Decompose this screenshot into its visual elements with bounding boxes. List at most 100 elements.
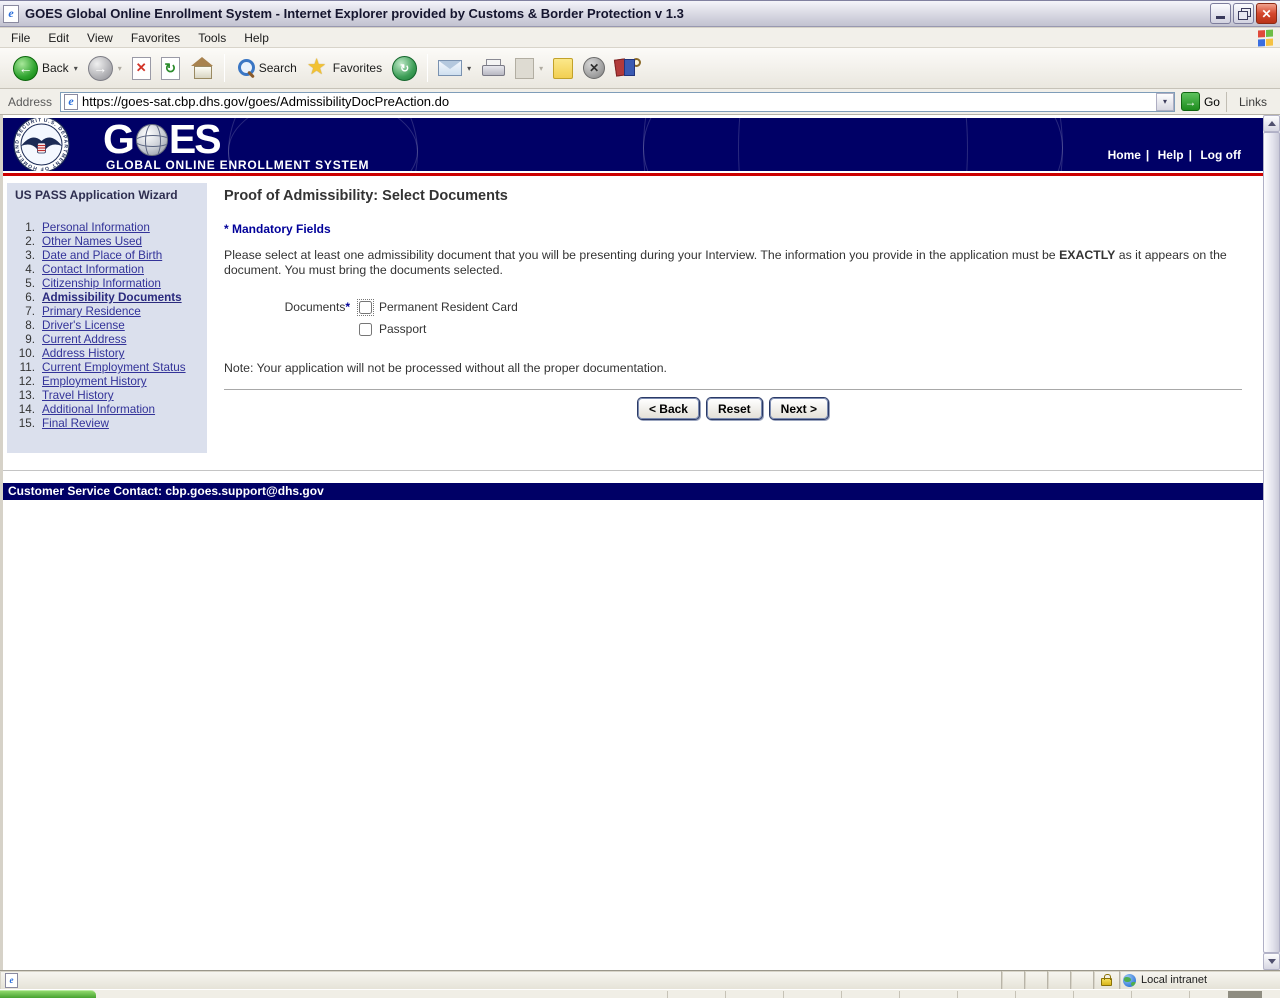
stop-button[interactable]: ✕ xyxy=(127,55,156,82)
logoff-link[interactable]: Log off xyxy=(1200,148,1241,162)
page-bottom-divider xyxy=(3,470,1263,471)
wizard-link[interactable]: Additional Information xyxy=(42,403,155,417)
forward-button[interactable]: → ▾ xyxy=(83,54,127,83)
discuss-button[interactable] xyxy=(548,56,578,81)
menu-view[interactable]: View xyxy=(78,29,122,47)
toolbar-separator xyxy=(223,54,225,82)
search-button[interactable]: Search xyxy=(230,56,302,80)
page-title: Proof of Admissibility: Select Documents xyxy=(224,188,508,204)
wizard-link[interactable]: Address History xyxy=(42,347,125,361)
wizard-link[interactable]: Final Review xyxy=(42,417,109,431)
history-clock-icon: ↻ xyxy=(392,55,418,81)
address-field-box: e ▾ xyxy=(60,91,1175,112)
wizard-step-primary-residence: 7. Primary Residence xyxy=(25,305,141,319)
passport-label[interactable]: Passport xyxy=(379,322,426,336)
messenger-icon: ✕ xyxy=(583,57,606,79)
goes-logo-g: G xyxy=(103,118,135,162)
active-taskbar-button-edge[interactable] xyxy=(1228,991,1262,998)
wizard-step-drivers-license: 8. Driver's License xyxy=(25,319,125,333)
back-dropdown-icon[interactable]: ▾ xyxy=(74,64,78,73)
start-button[interactable] xyxy=(0,990,96,998)
required-asterisk: * xyxy=(345,300,350,314)
window-title: GOES Global Online Enrollment System - I… xyxy=(25,6,684,21)
research-button[interactable] xyxy=(610,56,646,80)
mail-dropdown-icon[interactable]: ▾ xyxy=(467,64,471,73)
wizard-step-additional-information: 14. Additional Information xyxy=(18,403,156,417)
windows-taskbar-edge xyxy=(0,989,1280,998)
refresh-button[interactable]: ↻ xyxy=(156,55,185,82)
wizard-step-citizenship-information: 5. Citizenship Information xyxy=(25,277,161,291)
back-form-button[interactable]: < Back xyxy=(637,398,699,419)
menu-favorites[interactable]: Favorites xyxy=(122,29,189,47)
vertical-scrollbar[interactable] xyxy=(1263,115,1280,970)
mail-icon xyxy=(438,60,463,76)
menu-tools[interactable]: Tools xyxy=(189,29,235,47)
permanent-resident-card-label[interactable]: Permanent Resident Card xyxy=(379,300,518,314)
home-button[interactable] xyxy=(185,55,219,81)
wizard-step-employment-history: 12. Employment History xyxy=(18,375,147,389)
status-panel xyxy=(1025,971,1048,989)
wizard-link[interactable]: Date and Place of Birth xyxy=(42,249,162,263)
research-books-icon xyxy=(615,58,642,78)
close-button[interactable] xyxy=(1256,3,1277,24)
wizard-link[interactable]: Admissibility Documents xyxy=(42,291,182,305)
nav-separator: | xyxy=(1188,148,1196,162)
address-input[interactable] xyxy=(82,93,1156,110)
restore-button[interactable] xyxy=(1233,3,1254,24)
window-titlebar: e GOES Global Online Enrollment System -… xyxy=(0,0,1280,27)
go-button[interactable]: → Go xyxy=(1180,92,1220,111)
address-bar: Address e ▾ → Go Links xyxy=(0,89,1280,115)
customer-service-footer: Customer Service Contact: cbp.goes.suppo… xyxy=(3,483,1263,500)
wizard-link[interactable]: Other Names Used xyxy=(42,235,142,249)
status-main-panel: e xyxy=(0,971,1002,989)
processing-note: Note: Your application will not be proce… xyxy=(224,361,667,375)
next-button[interactable]: Next > xyxy=(769,398,829,419)
wizard-step-travel-history: 13. Travel History xyxy=(18,389,114,403)
favorites-button[interactable]: Favorites xyxy=(302,54,387,81)
scrollbar-thumb[interactable] xyxy=(1263,132,1280,953)
page-favicon: e xyxy=(64,93,79,110)
menu-edit[interactable]: Edit xyxy=(39,29,78,47)
wizard-step-current-employment-status: 11. Current Employment Status xyxy=(19,361,186,375)
wizard-link[interactable]: Contact Information xyxy=(42,263,144,277)
wizard-link[interactable]: Current Employment Status xyxy=(42,361,186,375)
home-link[interactable]: Home xyxy=(1108,148,1141,162)
wizard-link[interactable]: Primary Residence xyxy=(42,305,141,319)
security-lock-panel xyxy=(1094,971,1120,989)
minimize-button[interactable] xyxy=(1210,3,1231,24)
wizard-link[interactable]: Citizenship Information xyxy=(42,277,161,291)
edit-button[interactable]: ▾ xyxy=(510,56,548,81)
wizard-link[interactable]: Personal Information xyxy=(42,221,150,235)
scroll-up-button[interactable] xyxy=(1263,115,1280,132)
wizard-link[interactable]: Current Address xyxy=(42,333,126,347)
dhs-seal-icon: U.S. DEPARTMENT OF HOMELAND SECURITY xyxy=(13,118,70,171)
toolbar-separator xyxy=(427,54,429,82)
address-dropdown-button[interactable]: ▾ xyxy=(1155,92,1174,111)
wizard-step-date-and-place-of-birth: 3. Date and Place of Birth xyxy=(25,249,163,263)
favorites-label: Favorites xyxy=(332,61,383,75)
passport-checkbox[interactable] xyxy=(359,322,372,336)
permanent-resident-card-checkbox[interactable] xyxy=(357,298,374,316)
messenger-button[interactable]: ✕ xyxy=(578,55,610,81)
links-toolbar[interactable]: Links xyxy=(1225,91,1277,112)
taskbar-buttons-edge xyxy=(610,991,1262,998)
go-label: Go xyxy=(1203,94,1220,109)
print-button[interactable] xyxy=(476,57,510,79)
back-button[interactable]: ← Back ▾ xyxy=(8,54,83,83)
wizard-link[interactable]: Driver's License xyxy=(42,319,125,333)
history-button[interactable]: ↻ xyxy=(387,54,422,83)
wizard-step-contact-information: 4. Contact Information xyxy=(25,263,144,277)
menu-help[interactable]: Help xyxy=(235,29,278,47)
goes-logo-es: ES xyxy=(168,118,222,162)
mail-button[interactable]: ▾ xyxy=(433,58,476,78)
menu-file[interactable]: File xyxy=(2,29,39,47)
wizard-link[interactable]: Employment History xyxy=(42,375,147,389)
goes-globe-icon xyxy=(135,124,168,156)
status-bar: e Local intranet xyxy=(0,970,1280,989)
goes-subtitle: GLOBAL ONLINE ENROLLMENT SYSTEM xyxy=(106,158,370,171)
reset-button[interactable]: Reset xyxy=(706,398,762,419)
wizard-link[interactable]: Travel History xyxy=(42,389,114,403)
help-link[interactable]: Help xyxy=(1158,148,1184,162)
scroll-down-button[interactable] xyxy=(1263,953,1280,970)
status-panel xyxy=(1071,971,1094,989)
